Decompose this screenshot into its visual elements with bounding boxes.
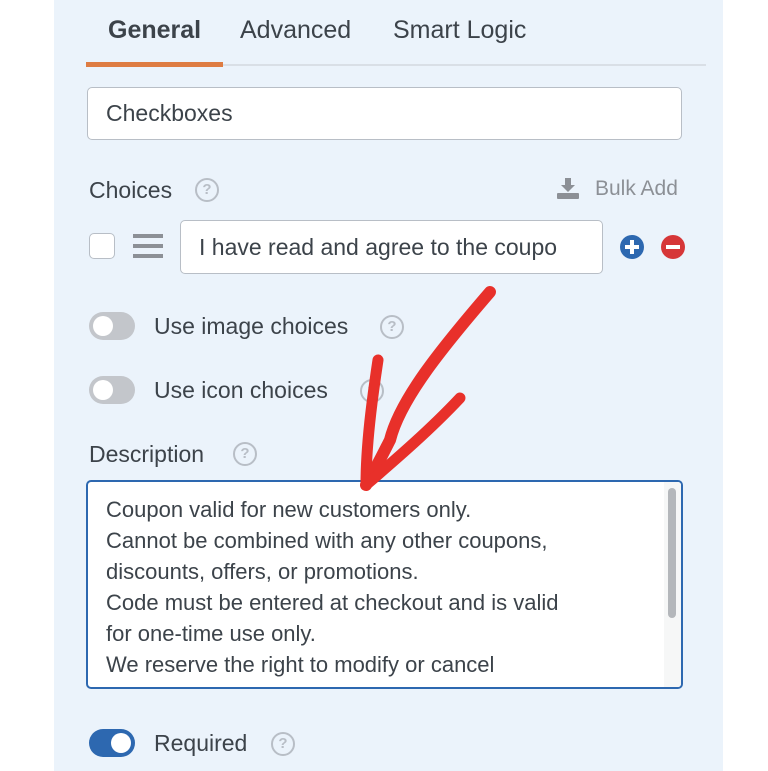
- annotation-arrow-icon: [360, 286, 496, 491]
